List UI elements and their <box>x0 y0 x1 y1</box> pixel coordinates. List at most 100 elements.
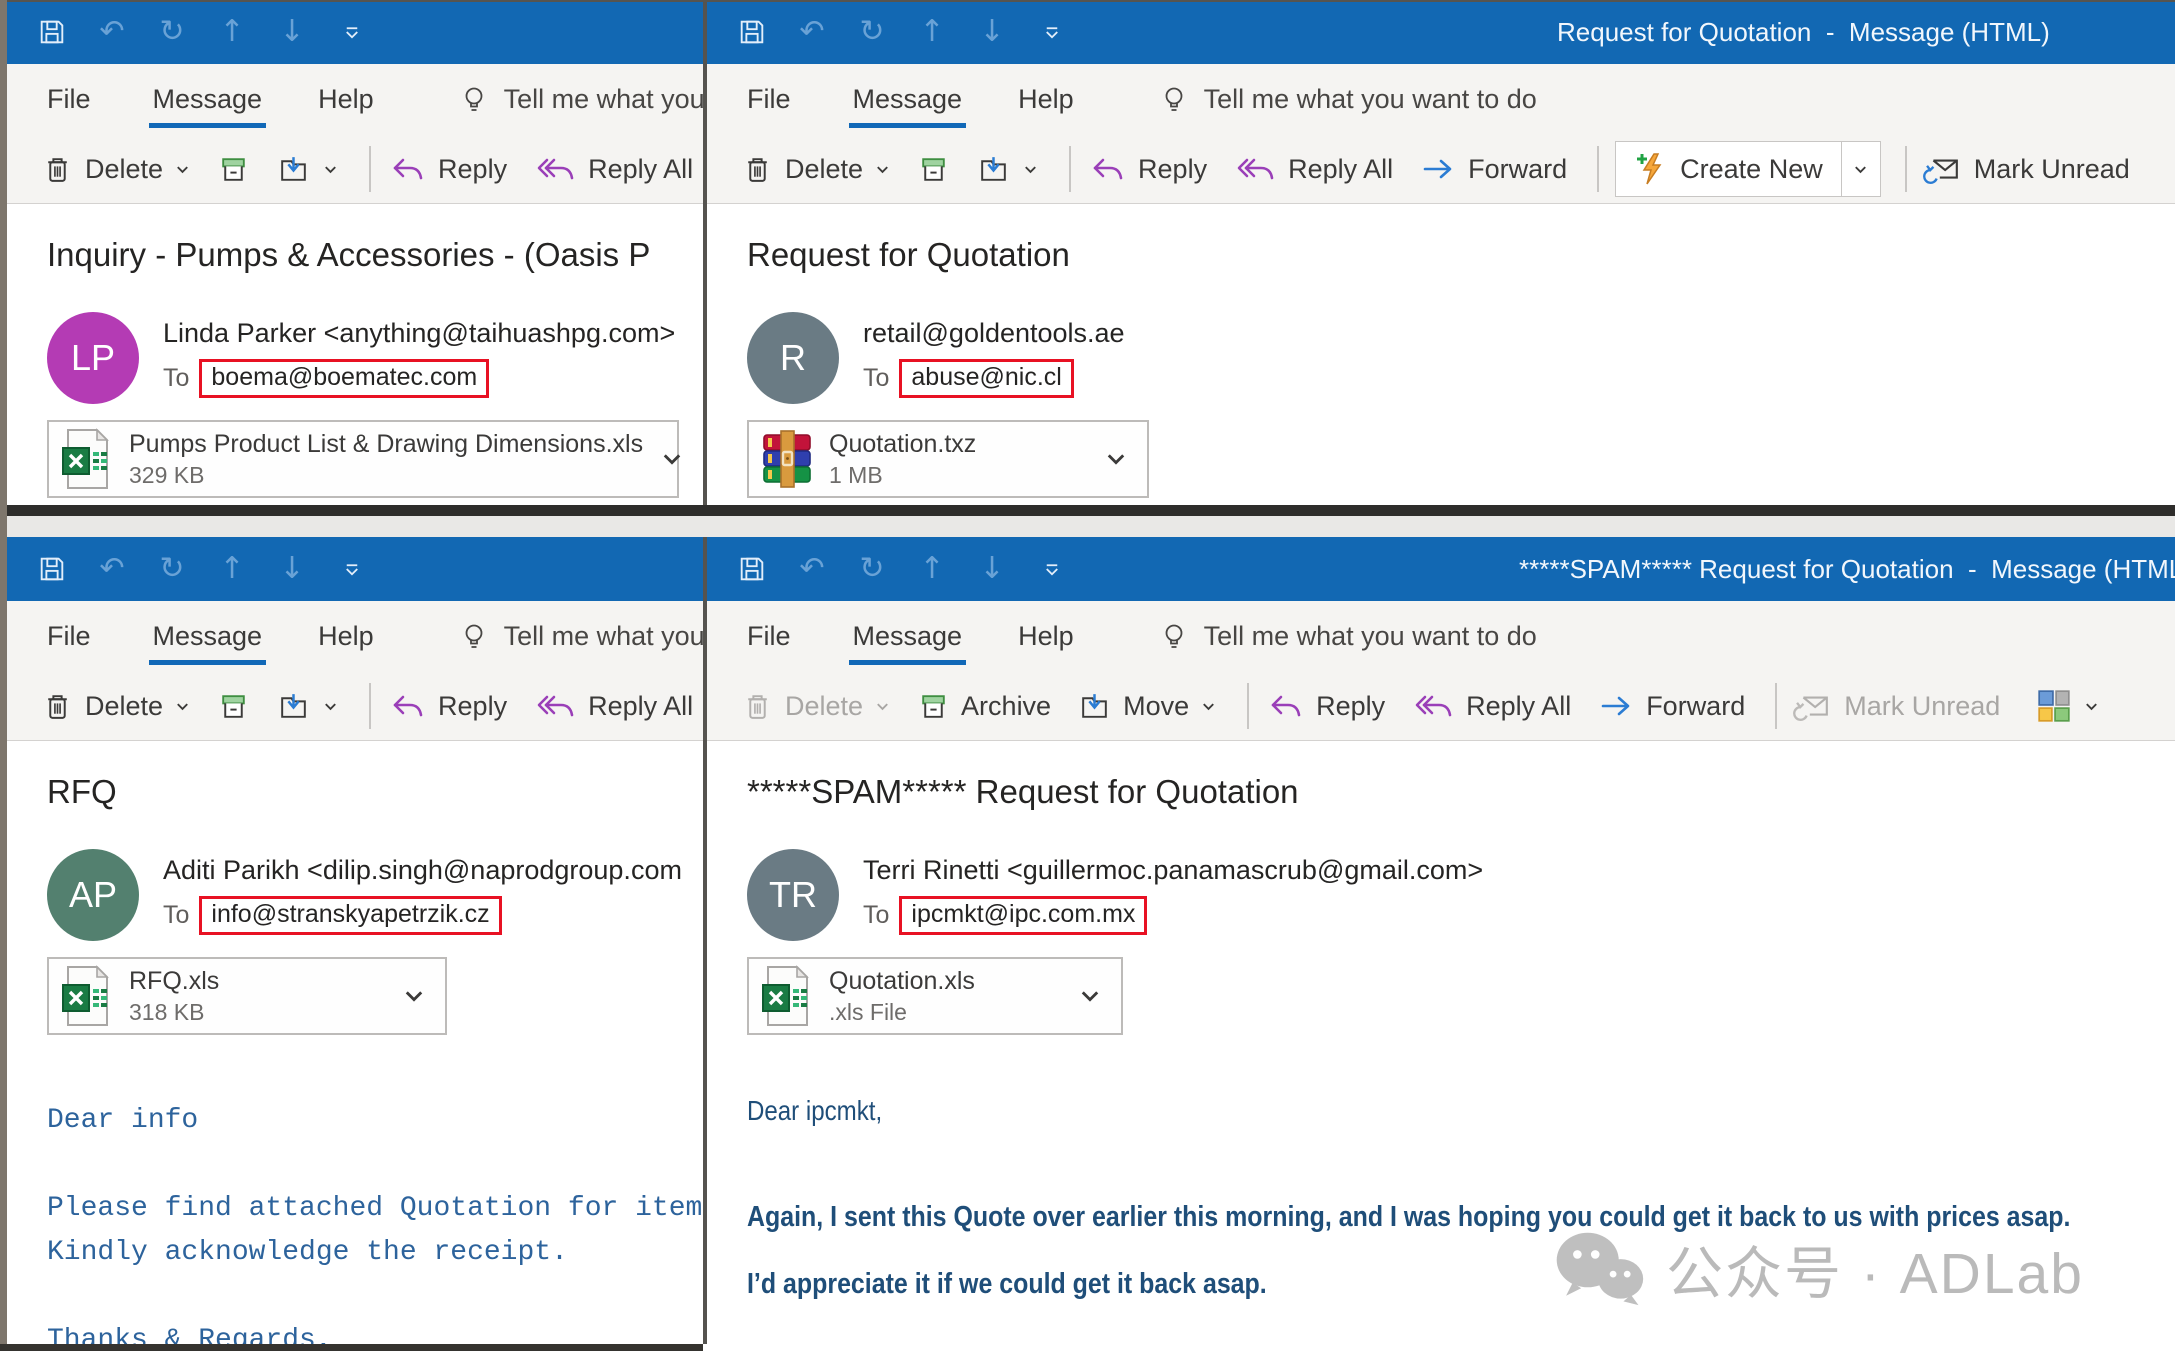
redo-icon[interactable]: ↻ <box>155 551 189 587</box>
tell-me-search[interactable]: Tell me what you want to do <box>1158 84 1537 116</box>
move-button[interactable] <box>276 690 339 723</box>
redo-icon[interactable]: ↻ <box>855 551 889 587</box>
categories-button[interactable] <box>2036 688 2100 724</box>
save-icon[interactable] <box>735 14 769 50</box>
save-icon[interactable] <box>35 551 69 587</box>
delete-button[interactable]: Delete <box>41 690 191 723</box>
tell-me-label: Tell me what you want to do <box>504 621 703 652</box>
arrow-down-icon[interactable]: ↓ <box>975 14 1009 50</box>
reply-button[interactable]: Reply <box>1265 690 1385 722</box>
reply-all-button[interactable]: Reply All <box>533 690 693 722</box>
ribbon-tabs: File Message Help Tell me what you want … <box>707 601 2175 672</box>
reply-all-button[interactable]: Reply All <box>1233 153 1393 185</box>
reply-button[interactable]: Reply <box>1087 153 1207 185</box>
recipient-address-highlighted[interactable]: info@stranskyapetrzik.cz <box>199 896 501 935</box>
tab-help[interactable]: Help <box>316 80 376 119</box>
delete-button[interactable]: Delete <box>41 153 191 186</box>
recipient-address-highlighted[interactable]: boema@boematec.com <box>199 359 489 398</box>
archive-button[interactable]: Archive <box>917 690 1051 723</box>
move-button[interactable] <box>276 153 339 186</box>
tab-file[interactable]: File <box>45 80 93 119</box>
tab-file[interactable]: File <box>745 80 793 119</box>
arrow-up-icon[interactable]: ↑ <box>915 551 949 587</box>
chevron-down-icon[interactable] <box>2083 698 2100 715</box>
delete-button[interactable]: Delete <box>741 153 891 186</box>
sender-name[interactable]: Linda Parker <anything@taihuashpg.com> <box>163 318 675 349</box>
chevron-down-icon[interactable] <box>1200 698 1217 715</box>
move-button[interactable]: Move <box>1077 690 1217 723</box>
reply-all-button[interactable]: Reply All <box>533 153 693 185</box>
attachment-chip[interactable]: Quotation.txz 1 MB <box>747 420 1149 498</box>
sender-name[interactable]: Aditi Parikh <dilip.singh@naprodgroup.co… <box>163 855 682 886</box>
customize-quick-access-icon[interactable] <box>335 14 369 50</box>
attachment-chip[interactable]: RFQ.xls 318 KB <box>47 957 447 1035</box>
save-icon[interactable] <box>735 551 769 587</box>
forward-button[interactable]: Forward <box>1419 153 1567 185</box>
redo-icon[interactable]: ↻ <box>855 14 889 50</box>
chevron-down-icon[interactable] <box>322 161 339 178</box>
tab-message[interactable]: Message <box>851 617 965 656</box>
archive-button[interactable] <box>917 153 950 186</box>
customize-quick-access-icon[interactable] <box>1035 551 1069 587</box>
archive-button[interactable] <box>217 153 250 186</box>
tab-message[interactable]: Message <box>151 617 265 656</box>
reply-button[interactable]: Reply <box>387 690 507 722</box>
chevron-down-icon[interactable] <box>659 446 685 472</box>
move-button[interactable] <box>976 153 1039 186</box>
undo-icon[interactable]: ↶ <box>95 14 129 50</box>
tab-message[interactable]: Message <box>851 80 965 119</box>
avatar[interactable]: LP <box>47 312 139 404</box>
tell-me-search[interactable]: Tell me what you want to do <box>458 84 703 116</box>
reply-all-icon <box>1233 153 1277 185</box>
redo-icon[interactable]: ↻ <box>155 14 189 50</box>
undo-icon[interactable]: ↶ <box>95 551 129 587</box>
sender-name[interactable]: Terri Rinetti <guillermoc.panamascrub@gm… <box>863 855 1483 886</box>
tab-help[interactable]: Help <box>1016 617 1076 656</box>
tell-me-search[interactable]: Tell me what you want to do <box>1158 621 1537 653</box>
customize-quick-access-icon[interactable] <box>335 551 369 587</box>
chevron-down-icon[interactable] <box>1022 161 1039 178</box>
excel-file-icon <box>761 965 813 1027</box>
arrow-down-icon[interactable]: ↓ <box>275 14 309 50</box>
archive-button[interactable] <box>217 690 250 723</box>
customize-quick-access-icon[interactable] <box>1035 14 1069 50</box>
tab-help[interactable]: Help <box>1016 80 1076 119</box>
arrow-up-icon[interactable]: ↑ <box>215 551 249 587</box>
reply-all-button[interactable]: Reply All <box>1411 690 1571 722</box>
tell-me-search[interactable]: Tell me what you want to do <box>458 621 703 653</box>
create-new-dropdown[interactable] <box>1841 142 1880 196</box>
sender-name[interactable]: retail@goldentools.ae <box>863 318 1125 349</box>
sender-block: LP Linda Parker <anything@taihuashpg.com… <box>47 312 703 404</box>
chevron-down-icon[interactable] <box>174 161 191 178</box>
save-icon[interactable] <box>35 14 69 50</box>
arrow-down-icon[interactable]: ↓ <box>275 551 309 587</box>
chevron-down-icon[interactable] <box>174 698 191 715</box>
chevron-down-icon[interactable] <box>401 983 427 1009</box>
avatar[interactable]: AP <box>47 849 139 941</box>
trash-icon <box>41 153 74 186</box>
chevron-down-icon[interactable] <box>1103 446 1129 472</box>
forward-button[interactable]: Forward <box>1597 690 1745 722</box>
tab-help[interactable]: Help <box>316 617 376 656</box>
avatar[interactable]: TR <box>747 849 839 941</box>
attachment-chip[interactable]: Quotation.xls .xls File <box>747 957 1123 1035</box>
undo-icon[interactable]: ↶ <box>795 14 829 50</box>
chevron-down-icon[interactable] <box>322 698 339 715</box>
arrow-down-icon[interactable]: ↓ <box>975 551 1009 587</box>
arrow-up-icon[interactable]: ↑ <box>215 14 249 50</box>
recipient-address-highlighted[interactable]: ipcmkt@ipc.com.mx <box>899 896 1147 935</box>
tab-message[interactable]: Message <box>151 80 265 119</box>
move-folder-icon <box>1077 690 1112 723</box>
chevron-down-icon[interactable] <box>1077 983 1103 1009</box>
avatar[interactable]: R <box>747 312 839 404</box>
reply-button[interactable]: Reply <box>387 153 507 185</box>
undo-icon[interactable]: ↶ <box>795 551 829 587</box>
chevron-down-icon[interactable] <box>874 161 891 178</box>
mark-unread-button[interactable]: Mark Unread <box>1923 152 2130 186</box>
tab-file[interactable]: File <box>745 617 793 656</box>
tab-file[interactable]: File <box>45 617 93 656</box>
arrow-up-icon[interactable]: ↑ <box>915 14 949 50</box>
attachment-chip[interactable]: Pumps Product List & Drawing Dimensions.… <box>47 420 679 498</box>
recipient-address-highlighted[interactable]: abuse@nic.cl <box>899 359 1073 398</box>
create-new-button[interactable]: Create New <box>1615 141 1881 197</box>
